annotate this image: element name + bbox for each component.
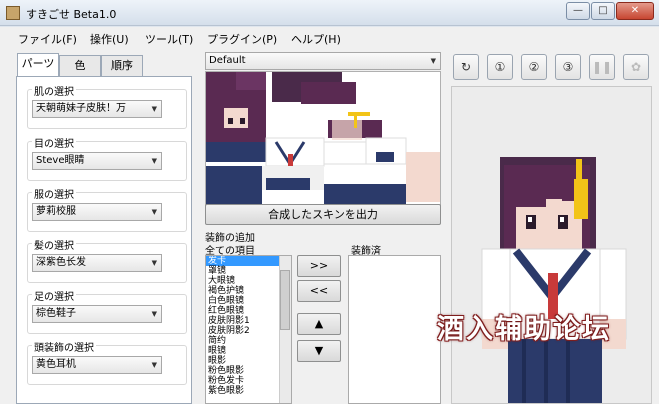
eyes-label: 目の選択	[32, 135, 76, 150]
skin-texture-preview	[205, 71, 441, 217]
skin-label: 肌の選択	[32, 83, 76, 98]
applied-items-list[interactable]	[348, 255, 441, 404]
head-accessory-label: 頭装飾の選択	[32, 339, 96, 354]
hair-label: 髪の選択	[32, 237, 76, 252]
chevron-down-icon: ▼	[151, 310, 157, 318]
close-button[interactable]: ✕	[616, 2, 654, 20]
preset-select-value: Default	[209, 55, 246, 66]
feet-group: 足の選択 棕色鞋子 ▼	[27, 288, 187, 334]
tab-parts[interactable]: パーツ	[17, 53, 59, 76]
preset-select[interactable]: Default ▼	[205, 52, 441, 70]
minimize-button[interactable]: —	[566, 2, 590, 20]
skin-select-value: 天朝萌妹子皮肤！万	[36, 103, 126, 114]
eyes-group: 目の選択 Steve眼睛 ▼	[27, 135, 187, 181]
refresh-icon[interactable]: ✿	[623, 54, 649, 80]
eyes-select[interactable]: Steve眼睛 ▼	[32, 152, 162, 170]
view-3-icon[interactable]: ③	[555, 54, 581, 80]
feet-select[interactable]: 棕色鞋子 ▼	[32, 305, 162, 323]
skin-select[interactable]: 天朝萌妹子皮肤！万 ▼	[32, 100, 162, 118]
tab-order[interactable]: 順序	[101, 55, 143, 76]
hair-select-value: 深紫色长发	[36, 257, 86, 268]
parts-panel: 肌の選択 天朝萌妹子皮肤！万 ▼ 目の選択 Steve眼睛 ▼ 服の選択 萝莉校…	[16, 76, 192, 404]
view-2-icon[interactable]: ②	[521, 54, 547, 80]
skin-group: 肌の選択 天朝萌妹子皮肤！万 ▼	[27, 83, 187, 129]
scroll-thumb[interactable]	[280, 270, 290, 330]
hair-select[interactable]: 深紫色长发 ▼	[32, 254, 162, 272]
client-area: パーツ 色 順序 肌の選択 天朝萌妹子皮肤！万 ▼ 目の選択 Steve眼睛 ▼…	[0, 49, 659, 404]
menu-help[interactable]: ヘルプ(H)	[291, 31, 341, 47]
tab-color[interactable]: 色	[59, 55, 101, 76]
feet-label: 足の選択	[32, 288, 76, 303]
rotate-icon[interactable]: ↻	[453, 54, 479, 80]
view-1-icon[interactable]: ①	[487, 54, 513, 80]
feet-select-value: 棕色鞋子	[36, 308, 76, 319]
clothes-group: 服の選択 萝莉校服 ▼	[27, 186, 187, 232]
maximize-button[interactable]: □	[591, 2, 615, 20]
head-accessory-select-value: 黄色耳机	[36, 359, 76, 370]
chevron-down-icon: ▼	[151, 157, 157, 165]
chevron-down-icon: ▼	[151, 259, 157, 267]
clothes-select-value: 萝莉校服	[36, 206, 76, 217]
eyes-select-value: Steve眼睛	[36, 155, 85, 166]
title-bar: すきごせ Beta1.0 — □ ✕	[0, 0, 659, 26]
chevron-down-icon: ▼	[151, 208, 157, 216]
chevron-down-icon: ▼	[151, 105, 157, 113]
menu-operation[interactable]: 操作(U)	[90, 31, 129, 47]
head-accessory-group: 頭装飾の選択 黄色耳机 ▼	[27, 339, 187, 385]
all-items-list[interactable]: 发卡 罩镜 大眼镜 褐色护镜 白色眼镜 红色眼镜 皮肤阴影1 皮肤阴影2 简约 眼镜 眼影 粉色眼影粉…	[205, 255, 292, 404]
menu-bar: ファイル(F) 操作(U) ツール(T) プラグイン(P) ヘルプ(H)	[0, 27, 659, 49]
hair-group: 髪の選択 深紫色长发 ▼	[27, 237, 187, 283]
watermark: 酒入辅助论坛	[437, 314, 611, 345]
menu-tools[interactable]: ツール(T)	[145, 31, 193, 47]
export-skin-button[interactable]: 合成したスキンを出力	[205, 204, 441, 225]
character-model	[481, 157, 627, 403]
menu-plugins[interactable]: プラグイン(P)	[207, 31, 277, 47]
chevron-down-icon: ▼	[151, 361, 157, 369]
pause-icon[interactable]: ❚❚	[589, 54, 615, 80]
clothes-label: 服の選択	[32, 186, 76, 201]
character-3d-preview[interactable]	[451, 86, 652, 404]
chevron-down-icon: ▼	[430, 57, 436, 65]
menu-file[interactable]: ファイル(F)	[18, 31, 77, 47]
scrollbar[interactable]	[279, 256, 291, 403]
head-accessory-select[interactable]: 黄色耳机 ▼	[32, 356, 162, 374]
move-down-button[interactable]: ▼	[297, 340, 341, 362]
add-accessory-button[interactable]: >>	[297, 255, 341, 277]
move-up-button[interactable]: ▲	[297, 313, 341, 335]
remove-accessory-button[interactable]: <<	[297, 280, 341, 302]
app-icon	[6, 6, 20, 20]
skin-texture-image	[206, 72, 440, 216]
clothes-select[interactable]: 萝莉校服 ▼	[32, 203, 162, 221]
window-title: すきごせ Beta1.0	[26, 8, 117, 21]
